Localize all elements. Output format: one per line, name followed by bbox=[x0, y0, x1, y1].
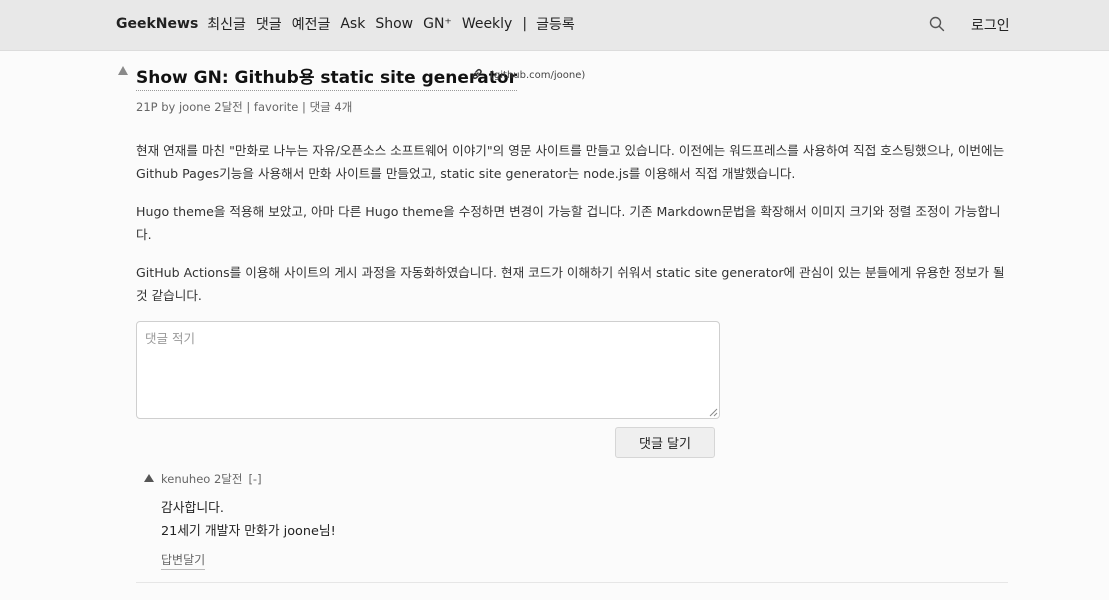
comment-author-time[interactable]: kenuheo 2달전 bbox=[161, 472, 242, 486]
post-meta: 21P by joone 2달전 | favorite | 댓글 4개 bbox=[136, 100, 353, 114]
login-link[interactable]: 로그인 bbox=[971, 15, 1010, 35]
resize-handle-icon[interactable] bbox=[708, 407, 718, 417]
comment-textarea[interactable] bbox=[136, 321, 720, 419]
comment-line: 21세기 개발자 만화가 joone님! bbox=[161, 524, 336, 539]
nav-item-gn-plus[interactable]: GN⁺ bbox=[423, 16, 452, 32]
post-title[interactable]: Show GN: Github용 static site generator bbox=[136, 63, 517, 91]
nav-item-latest[interactable]: 최신글 bbox=[207, 14, 246, 34]
nav-item-submit[interactable]: 글등록 bbox=[536, 14, 575, 34]
collapse-toggle[interactable]: [-] bbox=[248, 472, 261, 486]
post-domain[interactable]: (github.com/joone) bbox=[490, 70, 585, 81]
nav-separator: | bbox=[522, 16, 528, 32]
top-navigation-bar: GeekNews 최신글 댓글 예전글 Ask Show GN⁺ Weekly … bbox=[0, 0, 1109, 51]
post-paragraph: GitHub Actions를 이용해 사이트의 게시 과정을 자동화하였습니다… bbox=[136, 265, 1005, 303]
upvote-arrow-icon[interactable] bbox=[118, 66, 128, 75]
submit-comment-button[interactable]: 댓글 달기 bbox=[615, 427, 715, 458]
search-icon[interactable] bbox=[929, 16, 945, 32]
comment-upvote-arrow-icon[interactable] bbox=[144, 474, 154, 482]
comment-divider bbox=[136, 582, 1008, 583]
link-icon[interactable] bbox=[470, 67, 484, 81]
nav-item-comments[interactable]: 댓글 bbox=[256, 14, 282, 34]
post-paragraph: Hugo theme을 적용해 보았고, 아마 다른 Hugo theme을 수… bbox=[136, 204, 1001, 242]
post-paragraph: 현재 연재를 마친 "만화로 나누는 자유/오픈소스 소프트웨어 이야기"의 영… bbox=[136, 143, 1005, 181]
reply-link[interactable]: 답변달기 bbox=[161, 551, 206, 570]
comment-body: 감사합니다. 21세기 개발자 만화가 joone님! bbox=[161, 497, 336, 543]
post-body: 현재 연재를 마친 "만화로 나누는 자유/오픈소스 소프트웨어 이야기"의 영… bbox=[136, 139, 1008, 322]
comment-line: 감사합니다. bbox=[161, 501, 224, 516]
nav-item-show[interactable]: Show bbox=[375, 16, 413, 32]
nav-item-past[interactable]: 예전글 bbox=[292, 14, 331, 34]
nav-item-ask[interactable]: Ask bbox=[340, 16, 365, 32]
comment-meta: kenuheo 2달전 [-] bbox=[161, 471, 262, 487]
nav-item-weekly[interactable]: Weekly bbox=[462, 16, 513, 32]
main-nav: GeekNews 최신글 댓글 예전글 Ask Show GN⁺ Weekly … bbox=[116, 0, 585, 48]
brand-logo[interactable]: GeekNews bbox=[116, 16, 198, 32]
